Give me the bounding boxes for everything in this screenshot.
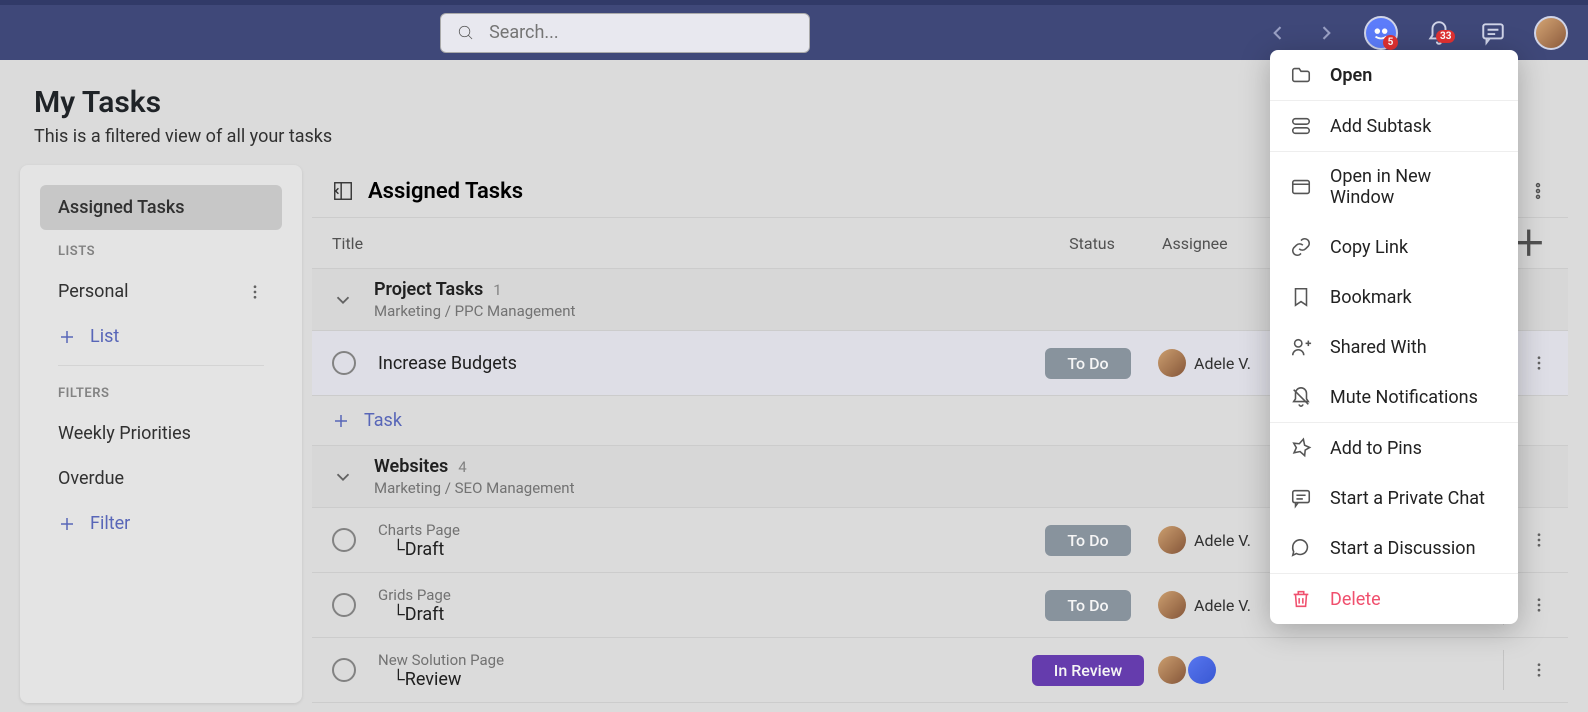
folder-icon	[1290, 64, 1312, 86]
window-icon	[1290, 176, 1312, 198]
menu-item-start-a-discussion[interactable]: Start a Discussion	[1270, 523, 1518, 573]
menu-item-bookmark[interactable]: Bookmark	[1270, 272, 1518, 322]
notifications-button[interactable]: 33	[1426, 20, 1452, 46]
menu-item-label: Bookmark	[1330, 287, 1412, 308]
menu-item-shared-with[interactable]: Shared With	[1270, 322, 1518, 372]
menu-item-add-subtask[interactable]: Add Subtask	[1270, 101, 1518, 151]
menu-item-label: Start a Discussion	[1330, 538, 1476, 559]
mute-icon	[1290, 386, 1312, 408]
menu-item-delete[interactable]: Delete	[1270, 574, 1518, 624]
menu-item-label: Delete	[1330, 589, 1381, 610]
discussion-icon	[1290, 537, 1312, 559]
chat-icon	[1290, 487, 1312, 509]
trash-icon	[1290, 588, 1312, 610]
menu-item-label: Copy Link	[1330, 237, 1408, 258]
notifications-badge: 33	[1436, 30, 1455, 43]
menu-item-label: Add to Pins	[1330, 438, 1422, 459]
share-icon	[1290, 336, 1312, 358]
bot-badge: 5	[1383, 35, 1398, 50]
search-box[interactable]	[440, 13, 810, 53]
menu-item-open-in-new-window[interactable]: Open in New Window	[1270, 152, 1518, 222]
menu-item-label: Mute Notifications	[1330, 387, 1478, 408]
link-icon	[1290, 236, 1312, 258]
user-avatar[interactable]	[1534, 16, 1568, 50]
context-menu: Open Add Subtask Open in New Window Copy Li…	[1270, 50, 1518, 624]
menu-item-add-to-pins[interactable]: Add to Pins	[1270, 423, 1518, 473]
menu-item-label: Open in New Window	[1330, 166, 1498, 208]
subtask-icon	[1290, 115, 1312, 137]
menu-item-label: Add Subtask	[1330, 116, 1431, 137]
menu-item-start-a-private-chat[interactable]: Start a Private Chat	[1270, 473, 1518, 523]
menu-item-open[interactable]: Open	[1270, 50, 1518, 100]
bookmark-icon	[1290, 286, 1312, 308]
menu-item-label: Start a Private Chat	[1330, 488, 1485, 509]
search-input[interactable]	[489, 22, 793, 43]
menu-item-copy-link[interactable]: Copy Link	[1270, 222, 1518, 272]
pin-icon	[1290, 437, 1312, 459]
menu-item-mute-notifications[interactable]: Mute Notifications	[1270, 372, 1518, 422]
menu-item-label: Open	[1330, 65, 1372, 86]
bot-avatar[interactable]: 5	[1364, 16, 1398, 50]
menu-item-label: Shared With	[1330, 337, 1427, 358]
nav-forward-button[interactable]	[1316, 23, 1336, 43]
messages-button[interactable]	[1480, 20, 1506, 46]
nav-back-button[interactable]	[1268, 23, 1288, 43]
search-icon	[457, 23, 475, 43]
